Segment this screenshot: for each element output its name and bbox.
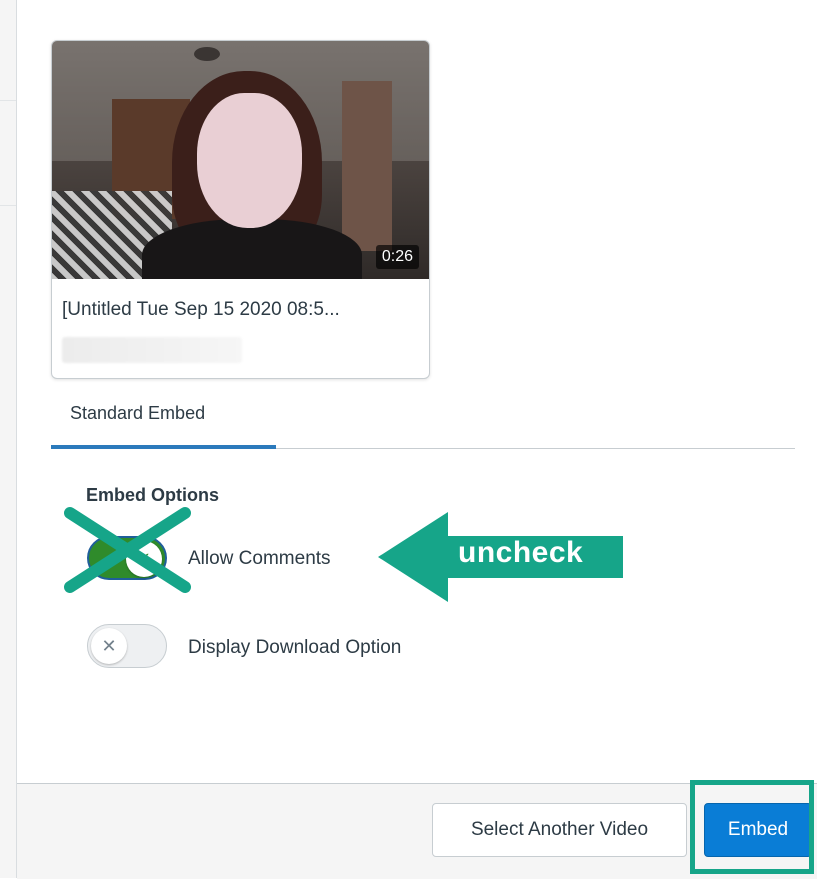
video-thumbnail[interactable]: 0:26 (52, 41, 429, 279)
x-icon: ✕ (91, 628, 127, 664)
display-download-toggle[interactable]: ✕ (87, 624, 167, 668)
video-card[interactable]: 0:26 [Untitled Tue Sep 15 2020 08:5... (51, 40, 430, 379)
check-icon: ✓ (126, 541, 162, 577)
annotation-uncheck-text: uncheck (458, 536, 584, 569)
tab-selected-indicator (51, 445, 276, 449)
rail-divider (0, 205, 16, 206)
tab-standard-embed[interactable]: Standard Embed (70, 403, 205, 424)
left-rail (0, 0, 17, 878)
allow-comments-toggle[interactable]: ✓ (87, 536, 167, 580)
video-duration: 0:26 (375, 245, 419, 269)
display-download-label: Display Download Option (188, 637, 402, 658)
modal-footer (17, 783, 817, 879)
select-another-video-button[interactable]: Select Another Video (432, 803, 687, 857)
embed-button[interactable]: Embed (704, 803, 812, 857)
rail-divider (0, 100, 16, 101)
redacted-subtitle (62, 337, 242, 363)
allow-comments-label: Allow Comments (188, 548, 331, 569)
video-title: [Untitled Tue Sep 15 2020 08:5... (62, 299, 340, 320)
embed-options-heading: Embed Options (86, 485, 220, 505)
